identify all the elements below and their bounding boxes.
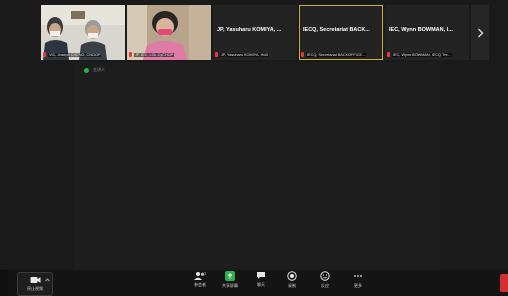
participant-tile[interactable]: VIC, Joseph CHENG, CNGOP [41, 5, 125, 60]
more-button[interactable]: 更多 [349, 271, 367, 295]
record-label: 录制 [288, 283, 296, 288]
meeting-window: VIC, Joseph CHENG, CNGOP JP, IEC, LGL Cy… [0, 0, 508, 296]
participant-display-name: JP, Yasuharu KOMIYA, ... [217, 27, 282, 33]
participant-strip: VIC, Joseph CHENG, CNGOP JP, IEC, LGL Cy… [41, 5, 469, 60]
participant-tile[interactable]: JP, Yasuharu KOMIYA, ... JP, Yasuharu KO… [213, 5, 297, 60]
participants-label: 参会者 [194, 282, 206, 287]
chat-label: 聊天 [257, 282, 265, 287]
chevron-up-icon [44, 278, 50, 282]
participant-display-name: IECQ, Secretariat BACK... [303, 27, 370, 33]
mic-muted-icon [215, 52, 218, 57]
share-screen-icon [225, 271, 235, 281]
share-screen-button[interactable]: 共享屏幕 [218, 271, 242, 295]
active-speaker-indicator [84, 68, 89, 73]
chevron-right-icon [477, 28, 483, 37]
more-dots-icon [354, 275, 362, 277]
reactions-label: 反应 [321, 283, 329, 288]
meeting-toolbar: 停止视频 参会者 7 共享屏幕 聊天 录制 反应 更多 [0, 270, 508, 296]
participant-caption: IEC, Wynn BOWMAN, IECQ Tre... [387, 51, 467, 58]
reactions-button[interactable]: 反应 [316, 271, 334, 295]
mic-muted-icon [129, 52, 132, 57]
toolbar-left-edge [0, 270, 8, 296]
participants-count: 7 [204, 271, 207, 276]
participant-display-name: IEC, Wynn BOWMAN, I... [389, 27, 453, 33]
video-options-caret[interactable] [44, 276, 50, 284]
mic-muted-icon [43, 52, 46, 57]
smiley-icon [320, 271, 330, 281]
next-page-button[interactable] [471, 5, 489, 60]
stop-video-label: 停止视频 [27, 286, 43, 291]
chat-bubble-icon [257, 272, 265, 279]
participant-name: JP, Yasuharu KOMIYA, HoD [220, 52, 270, 57]
active-speaker-label: 主讲人 [93, 67, 105, 72]
chat-button[interactable]: 聊天 [252, 271, 270, 295]
end-meeting-button[interactable] [500, 274, 508, 292]
participant-caption: JP, IEC, LGL CyCHOP [129, 51, 209, 58]
record-button[interactable]: 录制 [283, 271, 301, 295]
participant-tile-active-speaker[interactable]: IECQ, Secretariat BACK... IECQ, Secretar… [299, 5, 383, 60]
participant-name: IECQ, Secretariat BACKOFFICE... [306, 52, 367, 57]
record-icon [287, 271, 297, 281]
participants-button[interactable]: 参会者 [189, 271, 211, 295]
participant-name: IEC, Wynn BOWMAN, IECQ Tre... [392, 52, 452, 57]
participant-name: VIC, Joseph CHENG, CNGOP [48, 52, 102, 57]
video-camera-icon [30, 277, 40, 283]
share-screen-label: 共享屏幕 [222, 283, 238, 288]
more-label: 更多 [354, 283, 362, 288]
participant-caption: IECQ, Secretariat BACKOFFICE... [301, 51, 381, 58]
participant-caption: VIC, Joseph CHENG, CNGOP [43, 51, 123, 58]
participant-name: JP, IEC, LGL CyCHOP [134, 52, 175, 57]
participant-tile[interactable]: IEC, Wynn BOWMAN, I... IEC, Wynn BOWMAN,… [385, 5, 469, 60]
participant-tile[interactable]: JP, IEC, LGL CyCHOP [127, 5, 211, 60]
shared-content-area [74, 62, 440, 269]
participant-caption: JP, Yasuharu KOMIYA, HoD [215, 51, 295, 58]
mic-muted-icon [301, 52, 304, 57]
mic-muted-icon [387, 52, 390, 57]
